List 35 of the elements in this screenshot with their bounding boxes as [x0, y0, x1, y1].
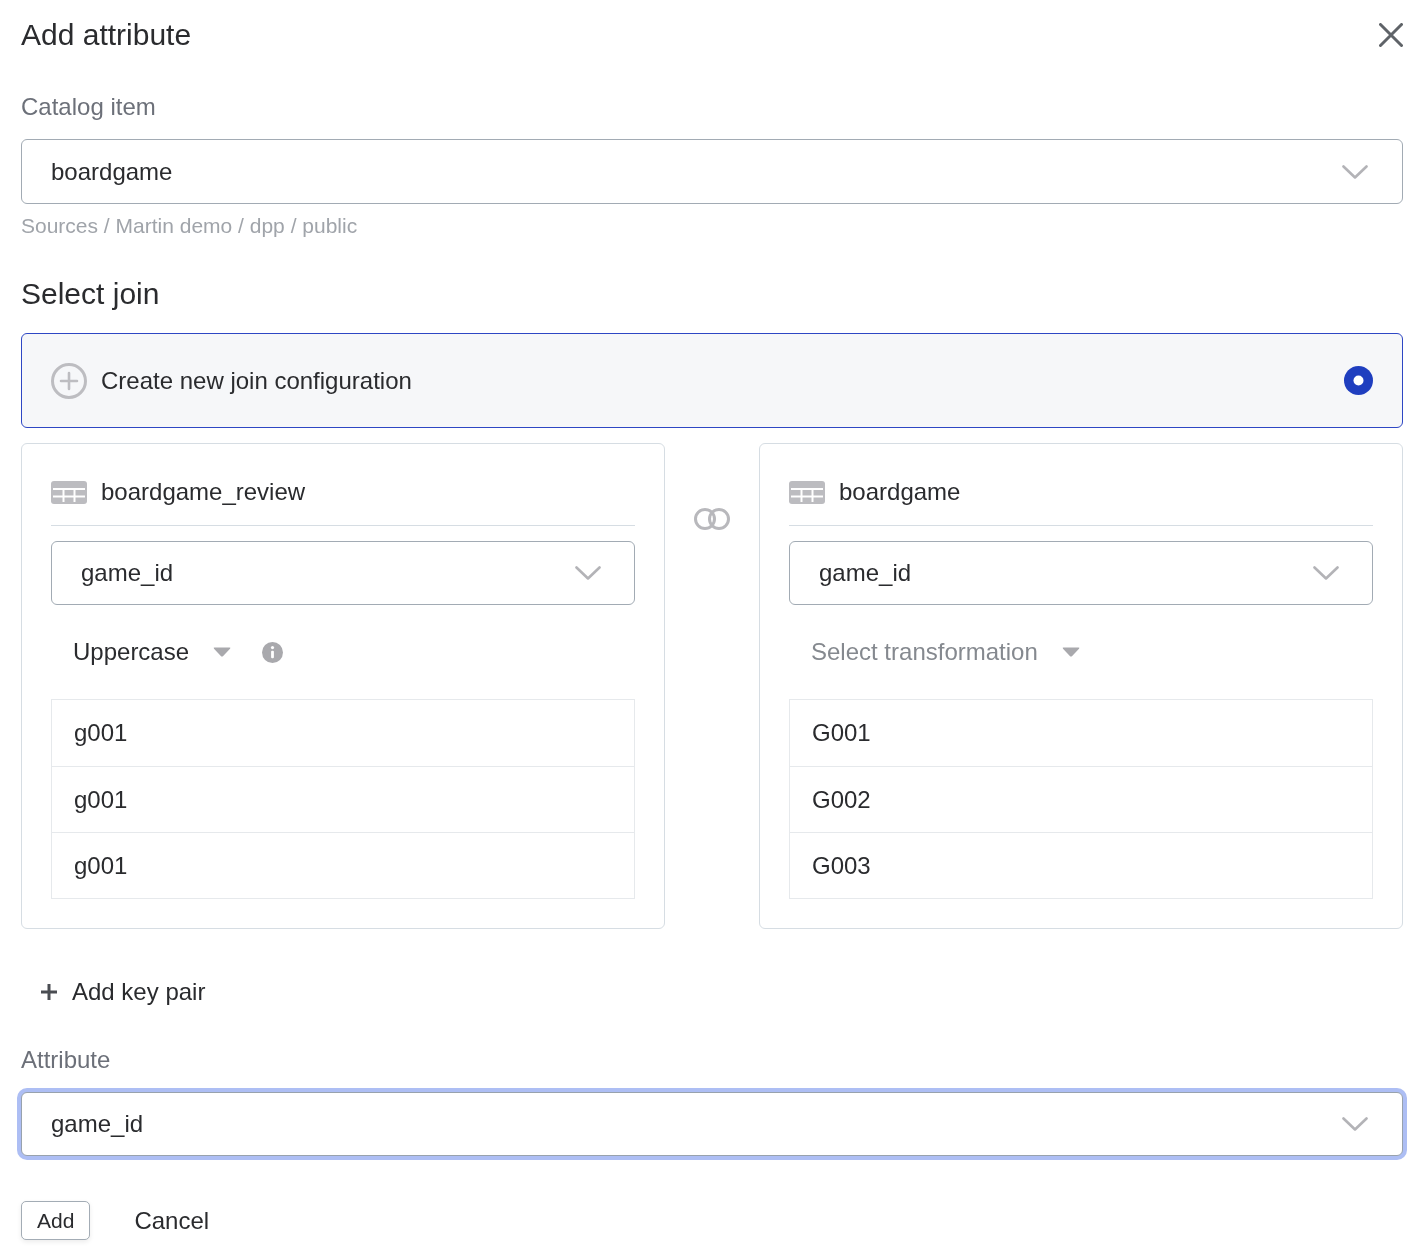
table-name: boardgame: [839, 478, 961, 506]
caret-down-icon: [213, 647, 232, 657]
radio-button[interactable]: [1344, 366, 1373, 395]
transformation-dropdown[interactable]: Uppercase: [73, 638, 232, 666]
transformation-dropdown[interactable]: Select transformation: [811, 638, 1080, 666]
chevron-down-icon: [1313, 566, 1339, 580]
key-column-select[interactable]: game_id: [51, 541, 635, 605]
add-button[interactable]: Add: [21, 1201, 91, 1240]
dialog-title: Add attribute: [21, 17, 192, 53]
table-icon: [789, 480, 825, 504]
table-cell: G003: [790, 832, 1372, 898]
plus-circle-icon: [51, 362, 87, 399]
cancel-button[interactable]: Cancel: [134, 1204, 210, 1237]
link-rings-icon: [694, 508, 730, 530]
chevron-down-icon: [575, 566, 601, 580]
table-cell: g001: [52, 832, 634, 898]
table-cell-text: G001: [811, 718, 872, 748]
caret-down-icon: [1061, 647, 1080, 657]
chevron-down-icon: [1342, 164, 1368, 179]
table-cell-text: g001: [73, 718, 129, 748]
table-icon: [51, 480, 87, 504]
table-cell: G002: [790, 766, 1372, 832]
table-name: boardgame_review: [101, 478, 306, 506]
section-heading: Select join: [21, 276, 161, 312]
field-label: Attribute: [21, 1045, 112, 1075]
key-column-select[interactable]: game_id: [789, 541, 1373, 605]
add-key-pair-button[interactable]: Add key pair: [40, 976, 206, 1008]
join-option[interactable]: Create new join configuration: [21, 333, 1403, 428]
close-icon[interactable]: [1379, 23, 1403, 47]
catalog-item-select[interactable]: boardgame: [21, 139, 1403, 204]
table-cell: g001: [52, 766, 634, 832]
source-path: Sources / Martin demo / dpp / public: [21, 213, 359, 239]
chevron-down-icon: [1342, 1117, 1368, 1131]
field-label: Catalog item: [21, 92, 157, 122]
plus-icon: [40, 983, 58, 1001]
